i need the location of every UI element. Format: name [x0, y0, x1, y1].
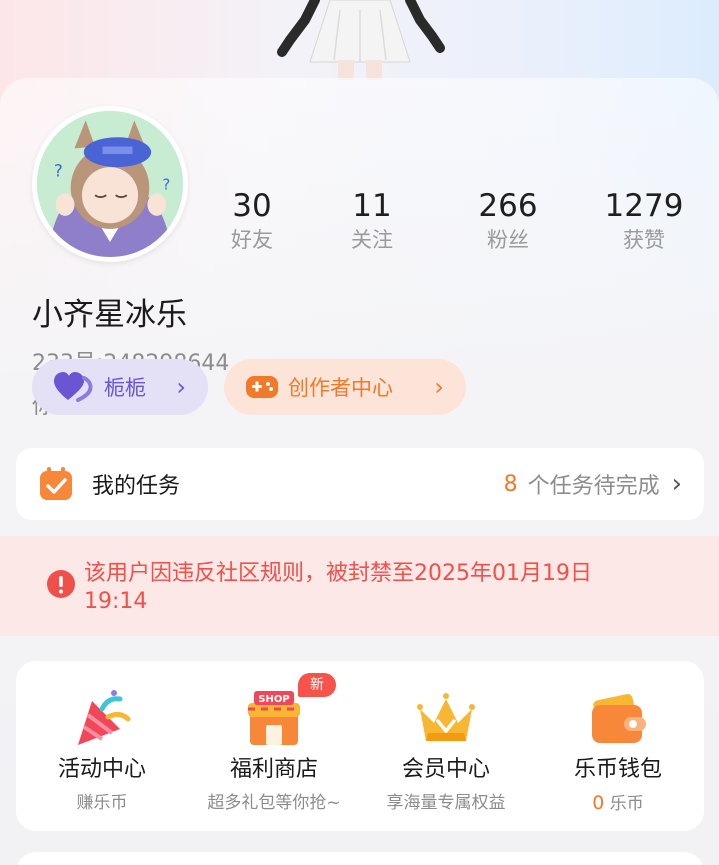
crown-icon	[417, 693, 475, 741]
next-section-card	[16, 852, 704, 865]
my-tasks-row[interactable]: 我的任务 8 个任务待完成 ›	[16, 448, 704, 520]
stat-likes-label: 获赞	[623, 228, 665, 252]
stat-followers-value: 266	[478, 188, 538, 224]
feature-coin-wallet[interactable]: 乐币钱包 0 乐币	[532, 661, 704, 831]
svg-text:SHOP: SHOP	[258, 694, 289, 705]
coin-balance: 0	[592, 792, 605, 814]
stat-following-label: 关注	[351, 228, 393, 252]
svg-text:?: ?	[54, 161, 63, 181]
guild-label: 栀栀	[104, 376, 146, 400]
username: 小齐星冰乐	[32, 297, 187, 333]
task-status: 个任务待完成	[527, 474, 660, 499]
feature-member-center[interactable]: 会员中心 享海量专属权益	[360, 661, 532, 831]
feature-member-center-name: 会员中心	[401, 757, 490, 782]
stat-friends-value: 30	[232, 188, 272, 224]
hero-character-figure	[277, 0, 445, 80]
shop-icon: SHOP	[248, 691, 300, 745]
creator-center-label: 创作者中心	[288, 376, 393, 400]
feature-welfare-shop-sub: 超多礼包等你抢~	[207, 793, 341, 813]
chevron-right-icon: ›	[434, 373, 444, 401]
alert-icon	[47, 570, 75, 598]
svg-text:?: ?	[162, 176, 170, 194]
feature-activity-center-name: 活动中心	[57, 757, 146, 782]
feature-coin-wallet-sub: 0 乐币	[532, 791, 704, 816]
stat-friends-label: 好友	[231, 228, 273, 252]
feature-grid: 活动中心 赚乐币 SHOP 福利商店 超多礼包等你抢~ 新 会员中心 享海量专属…	[16, 661, 704, 831]
stat-followers-label: 粉丝	[487, 228, 529, 252]
my-tasks-title: 我的任务	[92, 474, 181, 499]
coin-unit: 乐币	[609, 794, 644, 814]
gamepad-icon	[246, 376, 278, 398]
ban-notice-text: 该用户因违反社区规则，被封禁至2025年01月19日 19:14	[84, 561, 592, 614]
avatar[interactable]: ? ?	[32, 106, 188, 262]
new-badge: 新	[298, 673, 336, 697]
stat-followers[interactable]: 266 粉丝	[448, 188, 568, 254]
heart-icon	[54, 372, 93, 402]
task-calendar-icon	[40, 467, 72, 500]
stat-likes-value: 1279	[604, 188, 684, 224]
feature-activity-center[interactable]: 活动中心 赚乐币	[16, 661, 188, 831]
wallet-icon	[592, 693, 646, 743]
feature-member-center-sub: 享海量专属权益	[386, 793, 506, 813]
guild-button[interactable]: 栀栀 ›	[32, 359, 208, 415]
stat-following-value: 11	[352, 188, 392, 224]
stat-following[interactable]: 11 关注	[312, 188, 432, 254]
creator-center-button[interactable]: 创作者中心 ›	[224, 359, 466, 415]
task-count: 8	[503, 471, 518, 497]
stat-friends[interactable]: 30 好友	[192, 188, 312, 254]
anime-avatar-icon: ? ?	[37, 111, 183, 257]
stat-likes[interactable]: 1279 获赞	[584, 188, 704, 254]
chevron-right-icon: ›	[671, 469, 682, 499]
chevron-right-icon: ›	[176, 373, 186, 401]
feature-welfare-shop-name: 福利商店	[229, 757, 318, 782]
feature-activity-center-sub: 赚乐币	[76, 793, 128, 813]
feature-coin-wallet-name: 乐币钱包	[573, 757, 662, 782]
ban-notice-banner: 该用户因违反社区规则，被封禁至2025年01月19日 19:14	[0, 536, 719, 636]
party-popper-icon	[78, 690, 131, 745]
